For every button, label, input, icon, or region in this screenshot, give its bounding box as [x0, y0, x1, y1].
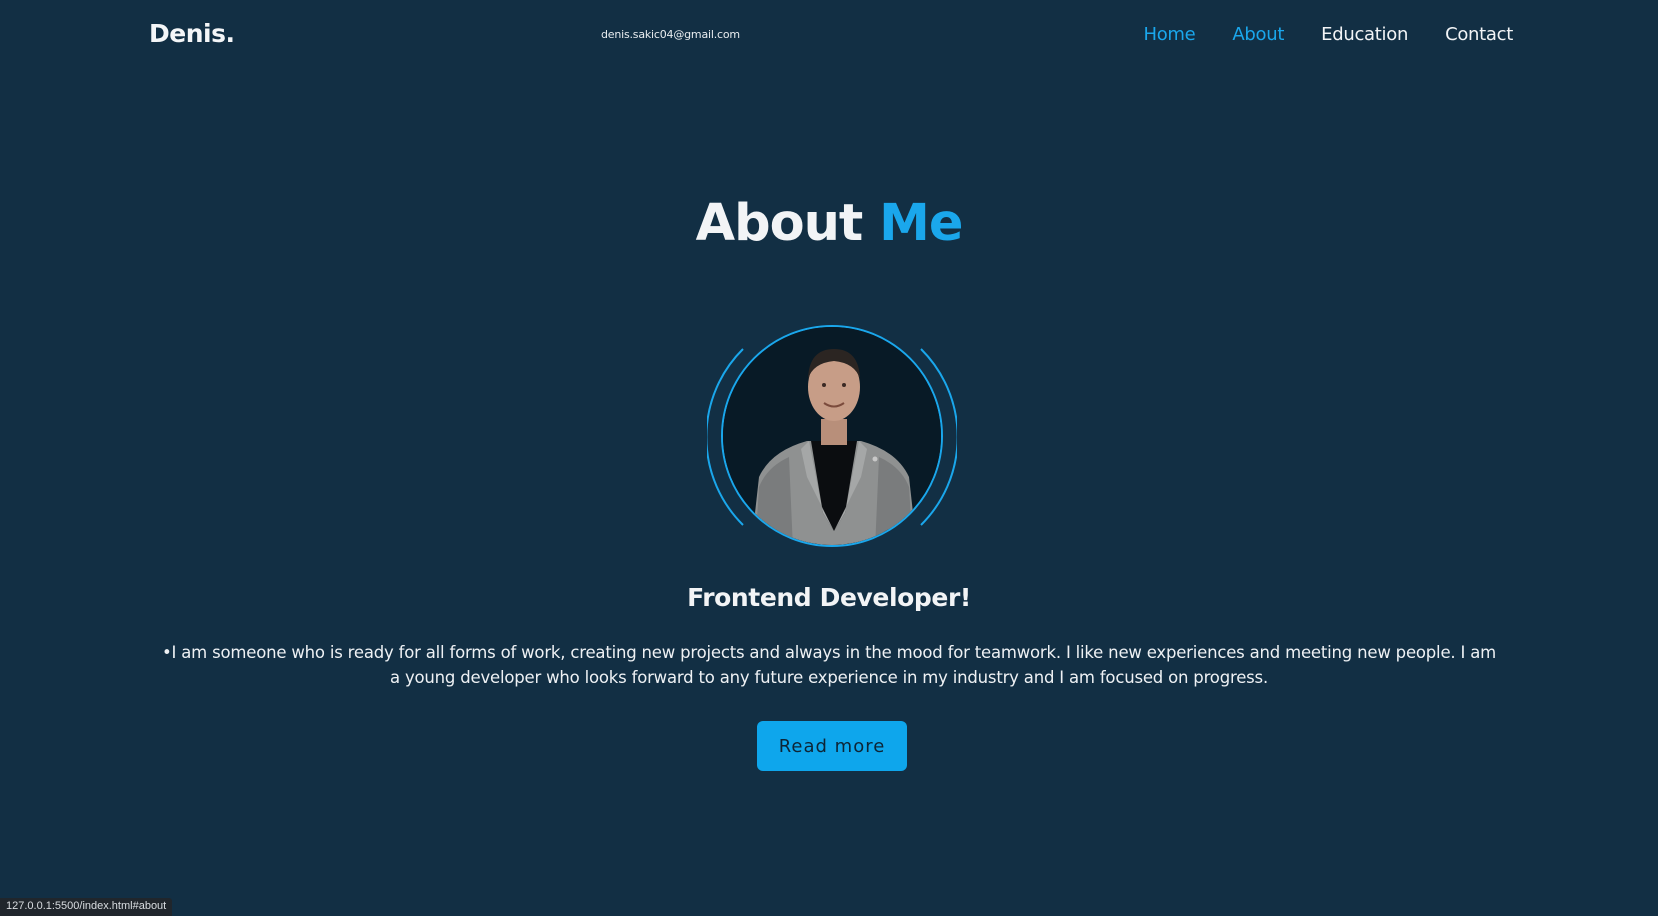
- nav-about-link[interactable]: About: [1232, 24, 1284, 45]
- about-description: •I am someone who is ready for all forms…: [162, 643, 1496, 687]
- section-title-accent: Me: [879, 194, 963, 253]
- profile-photo-frame: [707, 324, 957, 550]
- section-title-main: About: [695, 194, 864, 253]
- nav-contact-link[interactable]: Contact: [1445, 24, 1513, 45]
- section-title: About Me: [0, 192, 1658, 256]
- job-title: Frontend Developer!: [687, 583, 971, 612]
- person-portrait-icon: [723, 327, 941, 545]
- profile-photo: [721, 325, 943, 547]
- site-logo[interactable]: Denis.: [149, 19, 235, 48]
- main-nav: Home About Education Contact: [1143, 24, 1513, 45]
- nav-education-link[interactable]: Education: [1321, 24, 1408, 45]
- contact-email[interactable]: denis.sakic04@gmail.com: [601, 28, 740, 41]
- site-header: Denis. denis.sakic04@gmail.com Home Abou…: [0, 0, 1658, 72]
- read-more-button[interactable]: Read more: [757, 721, 907, 771]
- nav-home-link[interactable]: Home: [1143, 24, 1195, 45]
- browser-status-url: 127.0.0.1:5500/index.html#about: [0, 898, 173, 916]
